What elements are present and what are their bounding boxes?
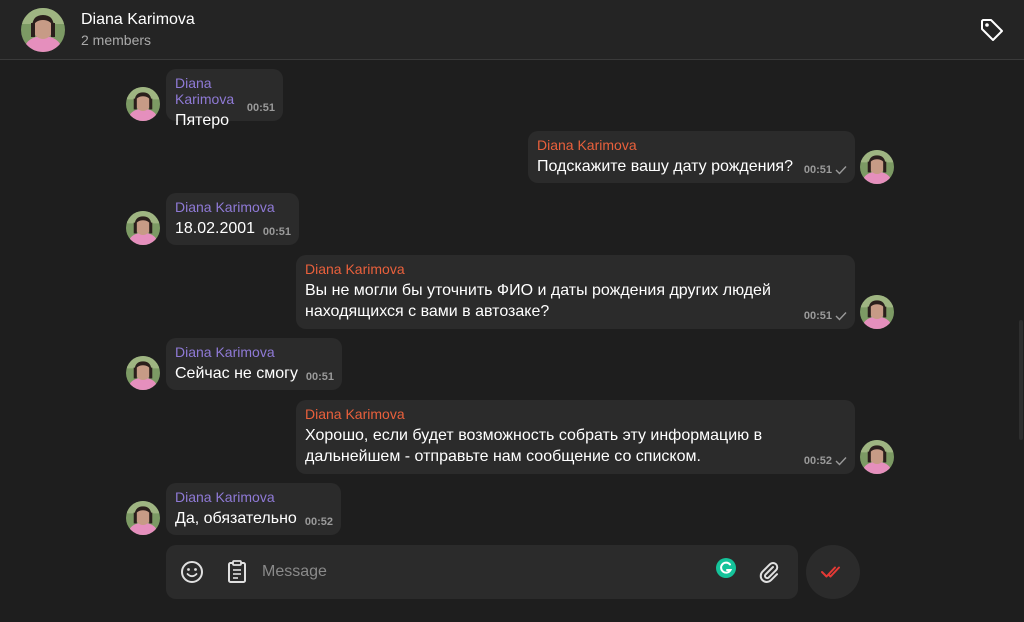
avatar[interactable] [126,211,160,245]
message-time: 00:51 [305,371,334,383]
chat-header: Diana Karimova 2 members [0,0,1024,60]
sender-name[interactable]: Diana Karimova [175,344,333,360]
message-bubble[interactable]: Diana Karimova Сейчас не смогу 00:51 [166,338,342,390]
avatar[interactable] [860,440,894,474]
message-bubble[interactable]: Diana Karimova Пятеро 00:51 [166,69,283,129]
message-time: 00:51 [262,226,291,238]
message-input[interactable] [262,559,702,585]
sender-name[interactable]: Diana Karimova [175,199,290,215]
send-button[interactable] [806,545,860,599]
sender-name[interactable]: Diana Karimova [175,489,332,505]
avatar[interactable] [126,501,160,535]
clipboard-icon[interactable] [225,559,249,585]
message-text-line: Хорошо, если будет возможность собрать э… [305,427,763,444]
avatar[interactable] [126,356,160,390]
message-bubble[interactable]: Diana Karimova Подскажите вашу дату рожд… [528,131,855,183]
message-time: 00:51 [803,310,832,322]
smile-icon[interactable] [179,559,205,585]
message-bubble[interactable]: Diana Karimova Да, обязательно 00:52 [166,483,341,535]
sender-name[interactable]: Diana Karimova [305,406,846,422]
tag-icon[interactable] [978,16,1006,44]
sender-name[interactable]: Diana Karimova [305,261,846,277]
member-count: 2 members [81,32,152,48]
message-text-line: Вы не могли бы уточнить ФИО и даты рожде… [305,282,771,299]
message-bubble[interactable]: Diana Karimova 18.02.2001 00:51 [166,193,299,245]
avatar[interactable] [860,295,894,329]
check-icon [835,312,847,321]
message-text-line: находящихся с вами в автозаке? [305,303,550,320]
chat-title[interactable]: Diana Karimova [81,11,195,29]
paperclip-icon[interactable] [756,559,782,585]
grammarly-icon[interactable] [716,558,736,578]
message-time: 00:51 [803,164,832,176]
check-icon [835,457,847,466]
message-bubble[interactable]: Diana Karimova Хорошо, если будет возмож… [296,400,855,474]
avatar[interactable] [126,87,160,121]
message-text-line: дальнейшем - отправьте нам сообщение со … [305,448,701,465]
avatar[interactable] [860,150,894,184]
message-time: 00:51 [246,102,275,114]
message-time: 00:52 [803,455,832,467]
chat-avatar[interactable] [21,8,65,52]
message-composer [166,545,798,599]
message-text: Подскажите вашу дату рождения? [537,158,793,175]
message-time: 00:52 [304,516,333,528]
sender-name[interactable]: Diana Karimova [537,137,846,153]
message-bubble[interactable]: Diana Karimova Вы не могли бы уточнить Ф… [296,255,855,329]
check-icon [835,166,847,175]
scrollbar[interactable] [1019,320,1023,440]
double-check-icon [821,566,840,578]
